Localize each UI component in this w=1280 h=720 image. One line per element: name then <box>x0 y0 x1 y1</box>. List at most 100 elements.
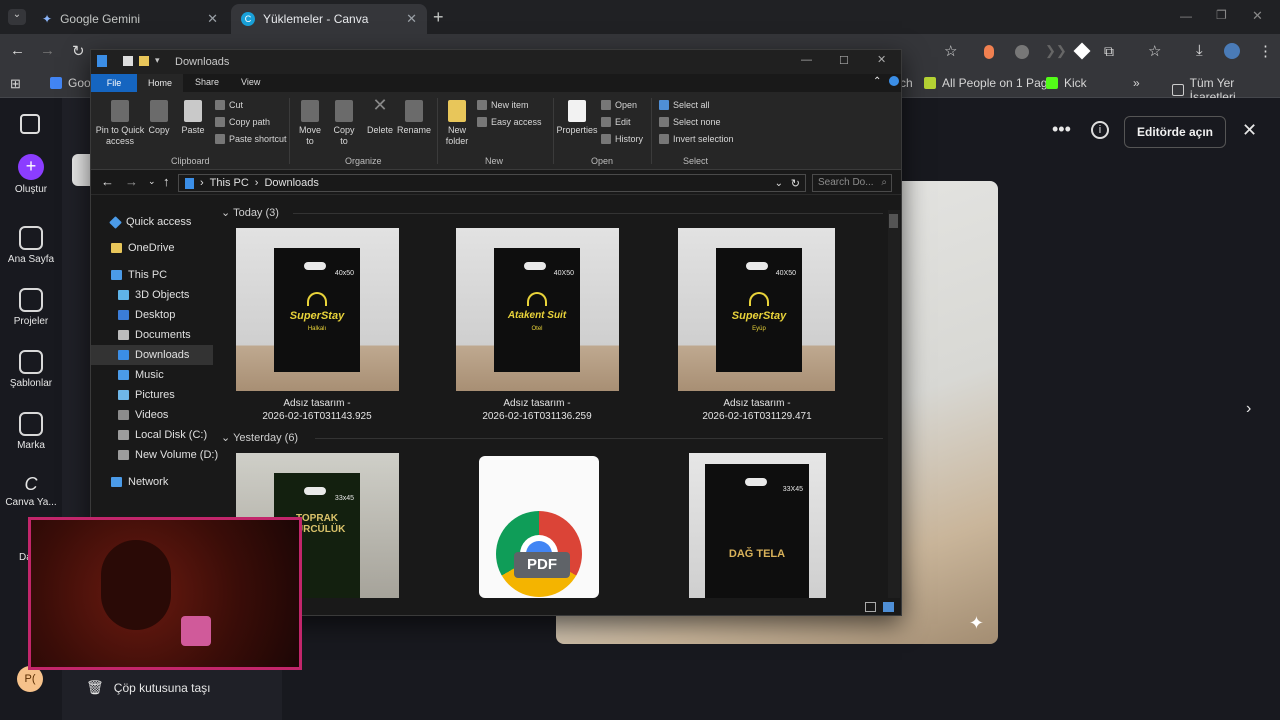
up-icon[interactable]: ↑ <box>163 174 170 189</box>
nav-this-pc[interactable]: This PC <box>111 266 167 284</box>
refresh-icon[interactable]: ↻ <box>791 177 800 190</box>
extension-icon[interactable] <box>1015 45 1029 59</box>
details-view-icon[interactable] <box>865 602 876 612</box>
nav-quick-access[interactable]: Quick access <box>109 213 191 231</box>
search-box[interactable]: Search Do... ⌕ <box>812 174 892 192</box>
large-icons-view-icon[interactable] <box>883 602 894 612</box>
help-icon[interactable] <box>889 76 899 86</box>
nav-onedrive[interactable]: OneDrive <box>111 239 174 257</box>
nav-new-volume[interactable]: New Volume (D:) <box>118 446 218 464</box>
nav-home[interactable]: Ana Sayfa <box>0 226 62 265</box>
file-thumbnail[interactable]: 40x50 SuperStay Halkalı <box>236 228 399 391</box>
download-icon[interactable]: ⤓ <box>1196 42 1203 59</box>
address-bar[interactable]: › This PC › Downloads ⌄ ↻ <box>178 174 806 192</box>
nav-videos[interactable]: Videos <box>118 406 168 424</box>
bookmark-kick[interactable]: Kick <box>1046 76 1087 90</box>
copy-button[interactable]: Copy <box>147 100 171 136</box>
move-to-button[interactable]: Move to <box>295 100 325 147</box>
tab-share[interactable]: Share <box>195 77 219 87</box>
rename-button[interactable]: Rename <box>397 100 431 136</box>
extension-icon[interactable]: ❯❯ <box>1045 43 1067 59</box>
close-tab-icon[interactable]: ✕ <box>207 11 218 27</box>
tab-search-button[interactable]: ⌄ <box>8 9 26 25</box>
pdf-file-icon[interactable]: PDF <box>479 456 599 598</box>
bookmark-all-people[interactable]: All People on 1 Page <box>924 76 1054 90</box>
nav-templates[interactable]: Şablonlar <box>0 350 62 389</box>
edit-button[interactable]: Edit <box>601 117 631 127</box>
more-bookmarks-icon[interactable]: » <box>1133 76 1140 90</box>
nav-pictures[interactable]: Pictures <box>118 386 175 404</box>
file-name[interactable]: Adsız tasarım - 2026-02-16T031143.925 <box>217 397 417 423</box>
trash-action[interactable]: 🗑 Çöp kutusuna taşı <box>86 679 211 696</box>
sidebar-toggle-icon[interactable] <box>20 114 40 134</box>
new-folder-button[interactable]: New folder <box>443 100 471 147</box>
tab-google-gemini[interactable]: ✦ Google Gemini ✕ <box>32 4 228 34</box>
scrollbar-thumb[interactable] <box>889 214 898 228</box>
back-icon[interactable]: ← <box>101 174 114 189</box>
file-name[interactable]: Adsız tasarım - 2026-02-16T031136.259 <box>437 397 637 423</box>
copy-to-button[interactable]: Copy to <box>329 100 359 147</box>
paste-shortcut-button[interactable]: Paste shortcut <box>215 134 287 144</box>
select-all-button[interactable]: Select all <box>659 100 710 110</box>
history-button[interactable]: History <box>601 134 643 144</box>
group-header-yesterday[interactable]: ⌄ Yesterday (6) <box>221 431 298 444</box>
close-tab-icon[interactable]: ✕ <box>406 11 417 27</box>
back-icon[interactable]: ← <box>10 42 25 59</box>
copy-path-button[interactable]: Copy path <box>215 117 270 127</box>
more-options-icon[interactable]: ••• <box>1052 119 1071 140</box>
nav-downloads[interactable]: Downloads <box>118 346 189 364</box>
new-item-button[interactable]: New item <box>477 100 529 110</box>
customize-toolbar-icon[interactable]: ▾ <box>155 55 160 66</box>
puzzle-icon[interactable]: ⧉ <box>1104 43 1114 60</box>
group-header-today[interactable]: ⌄ Today (3) <box>221 206 279 219</box>
properties-quick-icon[interactable] <box>123 56 133 66</box>
forward-icon[interactable]: → <box>125 174 138 189</box>
file-thumbnail[interactable]: 40X50 Atakent Suit Otel <box>456 228 619 391</box>
properties-button[interactable]: Properties <box>555 100 599 136</box>
menu-icon[interactable]: ⋮ <box>1258 42 1273 60</box>
extension-icon[interactable] <box>1073 42 1091 60</box>
close-window-icon[interactable]: ✕ <box>1252 8 1263 24</box>
nav-create[interactable]: + Oluştur <box>0 154 62 195</box>
file-name[interactable]: Adsız tasarım - 2026-02-16T031129.471 <box>657 397 857 423</box>
breadcrumb-this-pc[interactable]: This PC <box>210 177 249 189</box>
open-button[interactable]: Open <box>601 100 637 110</box>
easy-access-button[interactable]: Easy access <box>477 117 542 127</box>
file-thumbnail[interactable]: 33X45 DAĞ TELA <box>689 453 826 598</box>
minimize-icon[interactable]: — <box>801 54 812 66</box>
close-icon[interactable]: ✕ <box>1242 120 1257 141</box>
chevron-down-icon[interactable]: ⌄ <box>775 178 783 189</box>
chevron-right-icon[interactable]: › <box>1246 400 1251 418</box>
paste-button[interactable]: Paste <box>179 100 207 136</box>
reload-icon[interactable]: ↻ <box>72 42 85 60</box>
tab-view[interactable]: View <box>241 77 260 87</box>
nav-local-disk[interactable]: Local Disk (C:) <box>118 426 207 444</box>
nav-3d-objects[interactable]: 3D Objects <box>118 286 189 304</box>
profile-avatar[interactable] <box>1224 43 1240 59</box>
vertical-scrollbar[interactable] <box>888 210 900 598</box>
new-tab-button[interactable]: + <box>433 7 444 28</box>
minimize-icon[interactable]: — <box>1180 9 1192 23</box>
nav-music[interactable]: Music <box>118 366 164 384</box>
extension-icon[interactable] <box>984 45 994 59</box>
close-icon[interactable]: ✕ <box>877 53 886 66</box>
pin-quick-access-button[interactable]: Pin to Quick access <box>94 100 146 147</box>
forward-icon[interactable]: → <box>40 42 55 59</box>
breadcrumb-downloads[interactable]: Downloads <box>264 177 318 189</box>
apps-icon[interactable]: ⊞ <box>10 76 21 92</box>
bookmark-star-icon[interactable]: ☆ <box>944 42 957 60</box>
new-folder-quick-icon[interactable] <box>139 56 149 66</box>
select-none-button[interactable]: Select none <box>659 117 721 127</box>
nav-canva-ai[interactable]: C Canva Ya... <box>0 474 62 508</box>
nav-desktop[interactable]: Desktop <box>118 306 175 324</box>
nav-projects[interactable]: Projeler <box>0 288 62 327</box>
open-in-editor-button[interactable]: Editörde açın <box>1124 116 1226 148</box>
cut-button[interactable]: Cut <box>215 100 243 110</box>
maximize-icon[interactable]: ☐ <box>839 54 849 67</box>
info-icon[interactable]: i <box>1091 121 1109 139</box>
tab-canva-uploads[interactable]: C Yüklemeler - Canva ✕ <box>231 4 427 34</box>
delete-button[interactable]: ✕ Delete <box>365 96 395 136</box>
nav-documents[interactable]: Documents <box>118 326 191 344</box>
reading-list-icon[interactable]: ☆ <box>1148 42 1161 60</box>
maximize-icon[interactable]: ❐ <box>1216 8 1227 22</box>
